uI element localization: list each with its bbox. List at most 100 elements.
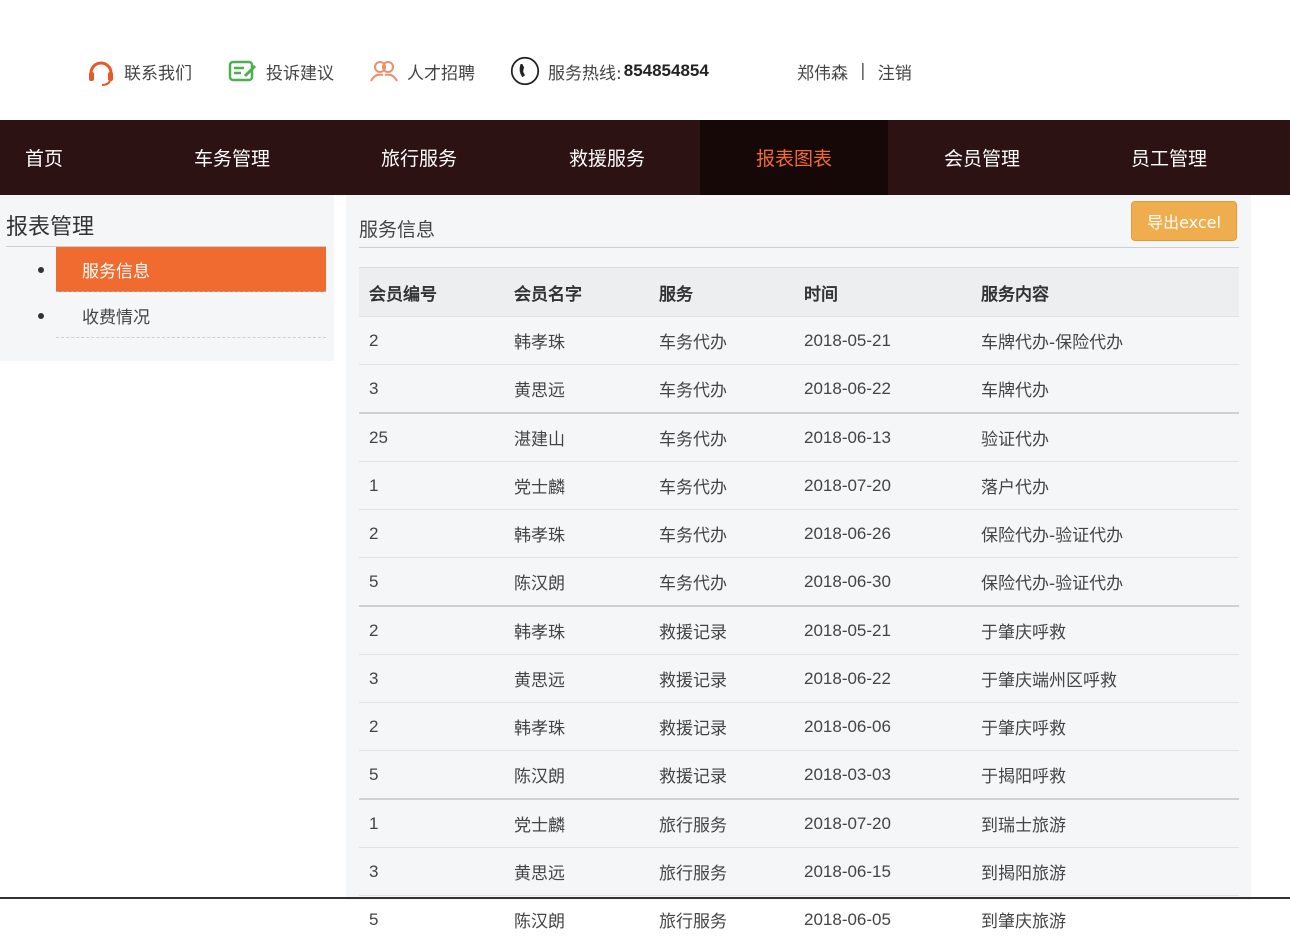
cell-service: 旅行服务 [649, 896, 794, 943]
title-divider [359, 247, 1239, 248]
recruit-link[interactable]: 人才招聘 [369, 56, 475, 86]
table-row[interactable]: 3 黄思远 旅行服务 2018-06-15 到揭阳旅游 [359, 848, 1239, 896]
cell-member-name: 韩孝珠 [504, 703, 649, 751]
edit-note-icon [228, 56, 258, 86]
cell-time: 2018-06-06 [794, 703, 971, 751]
hotline-label: 服务热线: [548, 59, 622, 84]
table-header-row: 会员编号 会员名字 服务 时间 服务内容 [359, 268, 1239, 317]
cell-service: 车务代办 [649, 558, 794, 607]
cell-member-name: 党士麟 [504, 799, 649, 848]
table-row[interactable]: 3 黄思远 救援记录 2018-06-22 于肇庆端州区呼救 [359, 655, 1239, 703]
nav-item-rescue[interactable]: 救援服务 [569, 120, 645, 195]
contact-link[interactable]: 联系我们 [86, 56, 192, 86]
cell-content: 到揭阳旅游 [971, 848, 1239, 896]
col-header-content[interactable]: 服务内容 [971, 268, 1239, 317]
nav-item-staff[interactable]: 员工管理 [1131, 120, 1207, 195]
cell-member-id: 5 [359, 751, 504, 800]
sidebar-item-label: 服务信息 [82, 257, 150, 282]
cell-service: 车务代办 [649, 510, 794, 558]
col-header-member-id[interactable]: 会员编号 [359, 268, 504, 317]
logout-link[interactable]: 注销 [878, 59, 912, 84]
cell-content: 保险代办-验证代办 [971, 510, 1239, 558]
cell-content: 落户代办 [971, 462, 1239, 510]
cell-service: 救援记录 [649, 703, 794, 751]
cell-member-name: 陈汉朗 [504, 896, 649, 943]
cell-member-id: 3 [359, 655, 504, 703]
cell-member-id: 5 [359, 558, 504, 607]
cell-content: 保险代办-验证代办 [971, 558, 1239, 607]
cell-service: 旅行服务 [649, 799, 794, 848]
table-row[interactable]: 2 韩孝珠 车务代办 2018-06-26 保险代办-验证代办 [359, 510, 1239, 558]
table-row[interactable]: 5 陈汉朗 旅行服务 2018-06-05 到肇庆旅游 [359, 896, 1239, 943]
table-row[interactable]: 3 黄思远 车务代办 2018-06-22 车牌代办 [359, 365, 1239, 414]
cell-member-id: 25 [359, 413, 504, 462]
user-name[interactable]: 郑伟森 [797, 59, 848, 84]
cell-member-name: 陈汉朗 [504, 751, 649, 800]
cell-service: 车务代办 [649, 462, 794, 510]
cell-member-name: 韩孝珠 [504, 606, 649, 655]
cell-member-name: 党士麟 [504, 462, 649, 510]
contact-label: 联系我们 [124, 59, 192, 84]
table-row[interactable]: 2 韩孝珠 救援记录 2018-05-21 于肇庆呼救 [359, 606, 1239, 655]
col-header-member-name[interactable]: 会员名字 [504, 268, 649, 317]
table-row[interactable]: 2 韩孝珠 车务代办 2018-05-21 车牌代办-保险代办 [359, 317, 1239, 365]
export-excel-button[interactable]: 导出excel [1131, 201, 1237, 241]
cell-content: 车牌代办 [971, 365, 1239, 414]
nav-item-home[interactable]: 首页 [25, 120, 63, 195]
cell-time: 2018-06-22 [794, 365, 971, 414]
sidebar-title: 报表管理 [6, 209, 94, 241]
cell-member-id: 3 [359, 848, 504, 896]
user-separator: | [860, 61, 866, 81]
col-header-time[interactable]: 时间 [794, 268, 971, 317]
cell-time: 2018-06-05 [794, 896, 971, 943]
table-row[interactable]: 2 韩孝珠 救援记录 2018-06-06 于肇庆呼救 [359, 703, 1239, 751]
cell-content: 到瑞士旅游 [971, 799, 1239, 848]
cell-service: 救援记录 [649, 751, 794, 800]
table-row[interactable]: 1 党士麟 旅行服务 2018-07-20 到瑞士旅游 [359, 799, 1239, 848]
table-row[interactable]: 1 党士麟 车务代办 2018-07-20 落户代办 [359, 462, 1239, 510]
cell-member-id: 1 [359, 462, 504, 510]
sidebar-item-label: 收费情况 [82, 303, 150, 328]
cell-member-id: 1 [359, 799, 504, 848]
sidebar-item-fees[interactable]: 收费情况 [56, 293, 326, 338]
col-header-service[interactable]: 服务 [649, 268, 794, 317]
page-title: 服务信息 [359, 215, 435, 242]
cell-content: 于肇庆呼救 [971, 606, 1239, 655]
cell-time: 2018-06-13 [794, 413, 971, 462]
table-row[interactable]: 5 陈汉朗 车务代办 2018-06-30 保险代办-验证代办 [359, 558, 1239, 607]
cell-content: 于肇庆呼救 [971, 703, 1239, 751]
main-nav: 首页 车务管理 旅行服务 救援服务 报表图表 会员管理 员工管理 [0, 120, 1290, 195]
nav-item-members[interactable]: 会员管理 [944, 120, 1020, 195]
nav-item-reports[interactable]: 报表图表 [700, 120, 888, 195]
table-row[interactable]: 25 湛建山 车务代办 2018-06-13 验证代办 [359, 413, 1239, 462]
cell-member-id: 2 [359, 703, 504, 751]
cell-content: 于肇庆端州区呼救 [971, 655, 1239, 703]
cell-content: 车牌代办-保险代办 [971, 317, 1239, 365]
cell-member-name: 黄思远 [504, 655, 649, 703]
sidebar-item-service-info[interactable]: 服务信息 [56, 247, 326, 292]
complaint-link[interactable]: 投诉建议 [228, 56, 334, 86]
cell-service: 车务代办 [649, 365, 794, 414]
table-row[interactable]: 5 陈汉朗 救援记录 2018-03-03 于揭阳呼救 [359, 751, 1239, 800]
cell-service: 车务代办 [649, 317, 794, 365]
cell-member-id: 2 [359, 317, 504, 365]
list-bullet [38, 313, 44, 319]
cell-member-id: 2 [359, 510, 504, 558]
cell-member-name: 韩孝珠 [504, 317, 649, 365]
nav-item-travel[interactable]: 旅行服务 [381, 120, 457, 195]
cell-time: 2018-06-26 [794, 510, 971, 558]
cell-member-name: 韩孝珠 [504, 510, 649, 558]
cell-time: 2018-03-03 [794, 751, 971, 800]
service-table: 会员编号 会员名字 服务 时间 服务内容 2 韩孝珠 车务代办 2018-05-… [359, 267, 1239, 943]
sidebar: 报表管理 服务信息 收费情况 [0, 195, 334, 361]
top-bar: 联系我们 投诉建议 人才招聘 [0, 0, 1290, 120]
window-bottom-edge [0, 897, 1290, 899]
cell-time: 2018-07-20 [794, 462, 971, 510]
cell-member-id: 2 [359, 606, 504, 655]
user-area: 郑伟森 | 注销 [797, 56, 912, 86]
nav-item-vehicle[interactable]: 车务管理 [194, 120, 270, 195]
main-panel: 服务信息 导出excel 会员编号 会员名字 服务 时间 服务内容 2 韩孝珠 … [346, 195, 1251, 900]
complaint-label: 投诉建议 [266, 59, 334, 84]
cell-time: 2018-05-21 [794, 317, 971, 365]
cell-service: 救援记录 [649, 606, 794, 655]
